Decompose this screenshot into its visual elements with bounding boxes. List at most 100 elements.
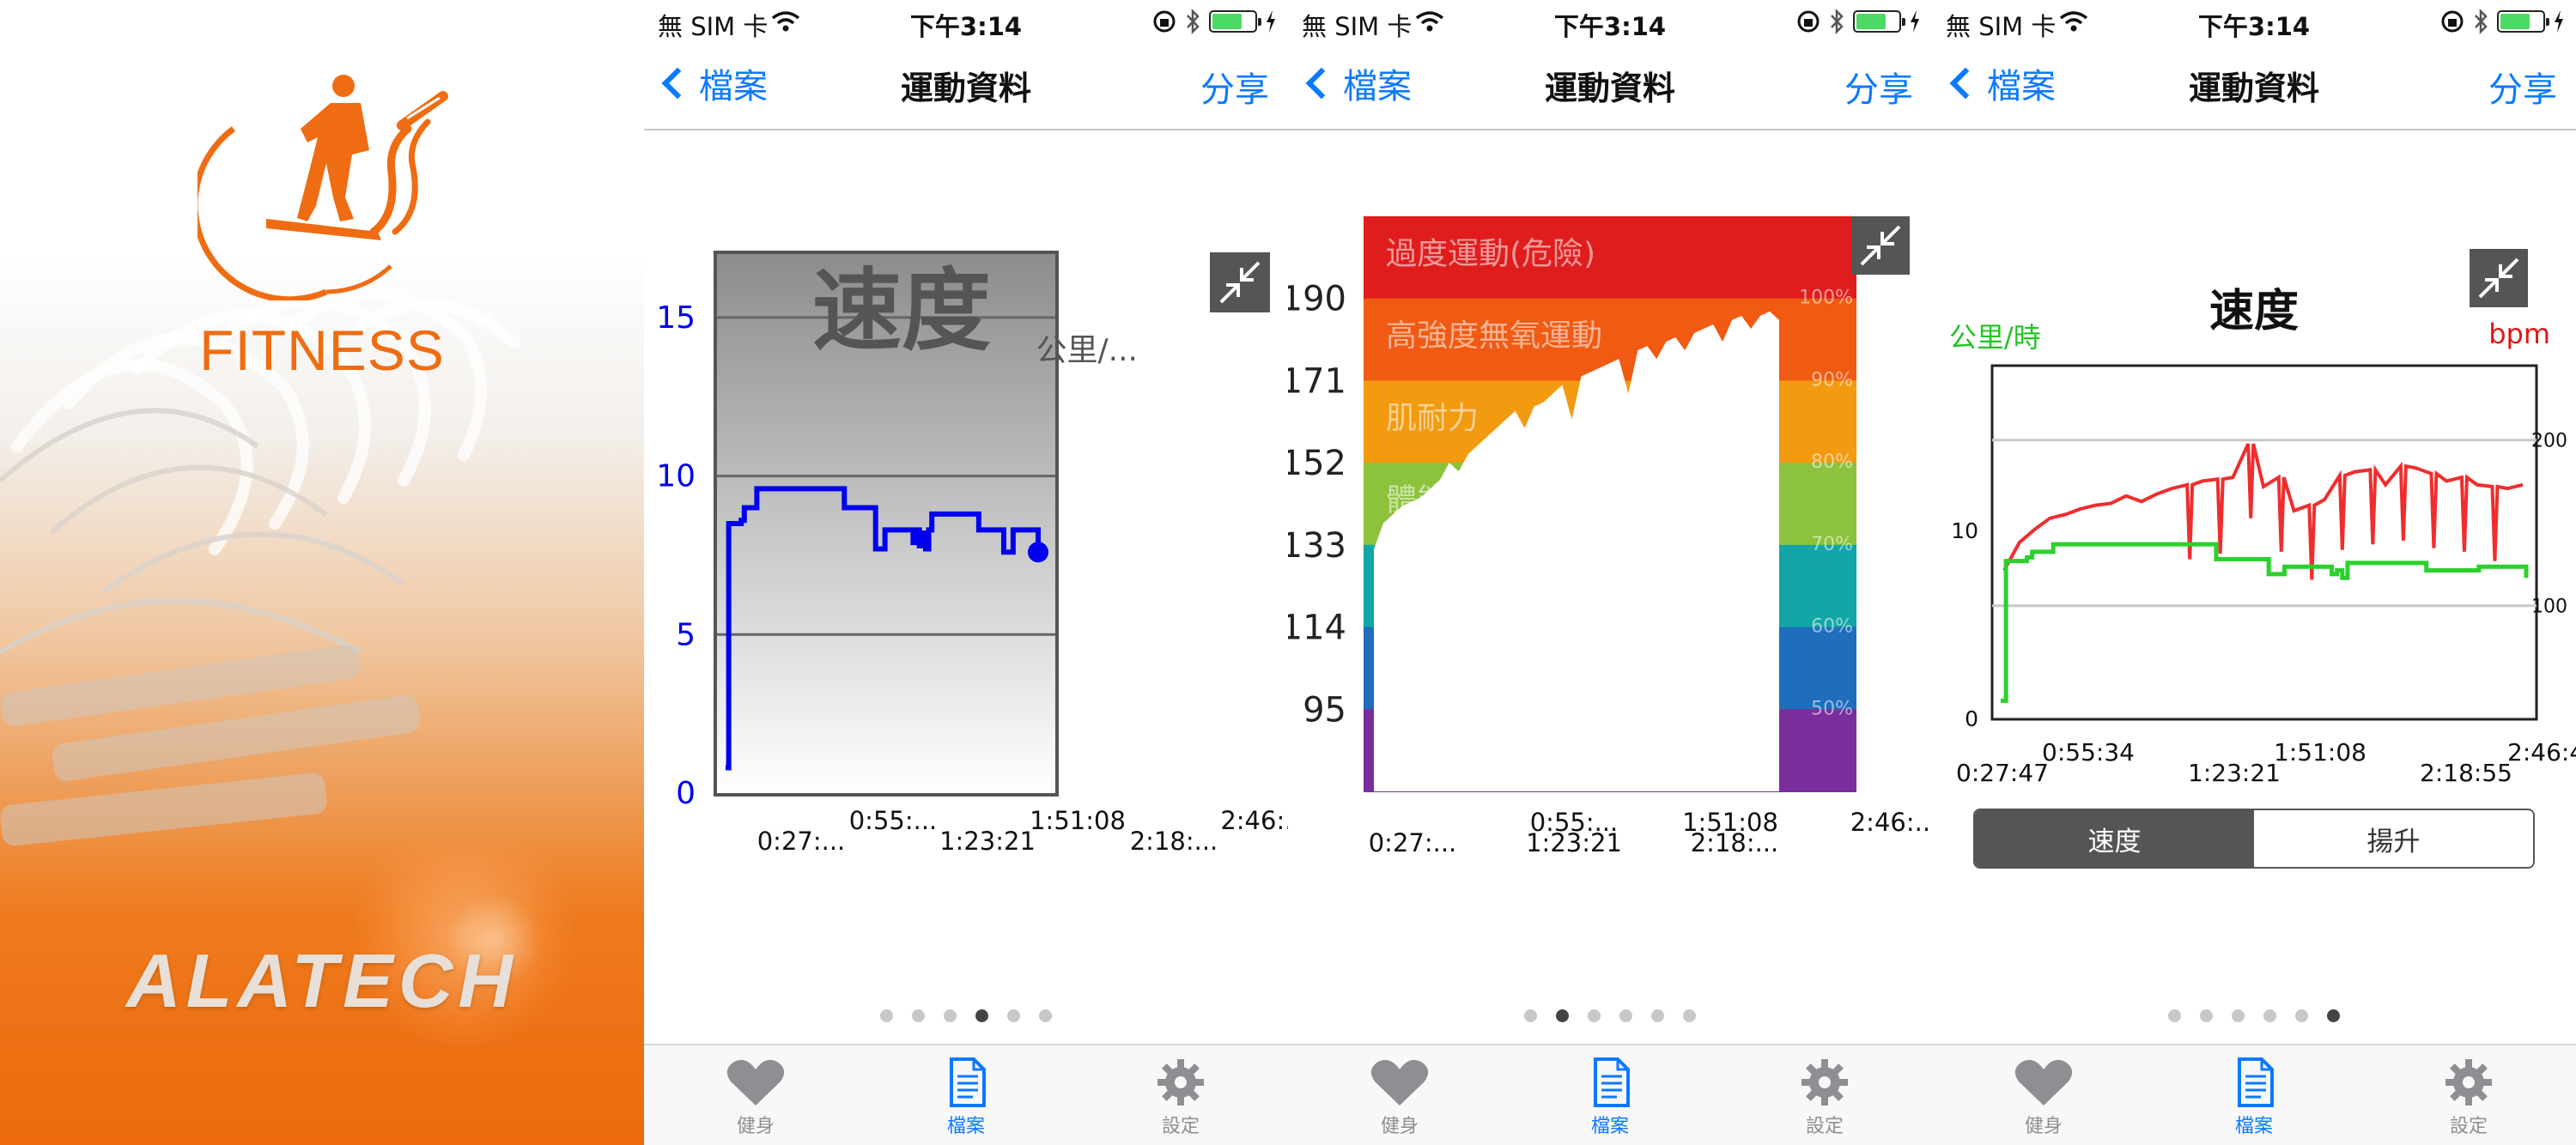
- x-tick-label: 2:46:..: [1220, 806, 1288, 835]
- tab-label: 檔案: [946, 1116, 985, 1137]
- segment-speed[interactable]: 速度: [1975, 810, 2254, 867]
- page-indicator[interactable]: [644, 1009, 1288, 1022]
- collapse-button[interactable]: [1851, 216, 1910, 275]
- x-tick-label: 1:51:08: [1030, 806, 1126, 835]
- tab-label: 檔案: [2234, 1116, 2273, 1137]
- bluetooth-icon: [1187, 9, 1200, 34]
- share-button[interactable]: 分享: [1200, 62, 1269, 112]
- share-button[interactable]: 分享: [1844, 62, 1913, 112]
- x-axis-ticks: 0:55:34 1:51:08 2:46:42 0:27:47 1:23:21 2:18:…: [1956, 738, 2576, 787]
- page-dot[interactable]: [912, 1009, 925, 1022]
- y-tick-label: 95: [1303, 690, 1346, 730]
- collapse-button[interactable]: [2470, 249, 2528, 307]
- x-tick-label: 2:46:...: [1850, 808, 1932, 837]
- bluetooth-icon: [2475, 9, 2488, 34]
- heart-icon: [2014, 1059, 2073, 1106]
- page-dot[interactable]: [880, 1009, 893, 1022]
- charging-icon: [2555, 10, 2563, 33]
- page-dot[interactable]: [944, 1009, 957, 1022]
- status-right-icons: [1152, 9, 1276, 34]
- zone-label: 肌耐力: [1386, 401, 1479, 436]
- x-tick-label: 1:23:21: [939, 827, 1036, 856]
- battery-icon: [2497, 10, 2549, 33]
- page-dot[interactable]: [2232, 1009, 2245, 1022]
- x-tick-label: 2:18:...: [1691, 828, 1779, 857]
- page-dot[interactable]: [1039, 1009, 1052, 1022]
- tab-label: 設定: [1805, 1116, 1844, 1137]
- page-title: 運動資料: [2188, 70, 2319, 107]
- x-tick-label: 1:23:21: [1526, 828, 1622, 857]
- page-dot[interactable]: [1524, 1009, 1537, 1022]
- page-title: 運動資料: [1544, 70, 1675, 107]
- y-right-axis-label: bpm: [2488, 318, 2550, 350]
- gear-icon: [1801, 1059, 1848, 1106]
- page-dot[interactable]: [2263, 1009, 2276, 1022]
- page-dot[interactable]: [1007, 1009, 1020, 1022]
- y-tick-label: 152: [1288, 444, 1346, 483]
- charging-icon: [1267, 10, 1275, 33]
- page-dot[interactable]: [1556, 1009, 1569, 1022]
- zone-percent-label: 80%: [1811, 451, 1853, 473]
- phone-screen-heart-zones: 無 SIM 卡 下午3:14 檔案 運動資料 分享 過度運動(危險) 高強度無氧運…: [1288, 0, 1932, 1145]
- chart-title: 速度: [812, 258, 991, 363]
- zone-percent-label: 90%: [1811, 369, 1853, 391]
- page-dot[interactable]: [2295, 1009, 2308, 1022]
- x-tick-label: 2:18:55: [2420, 759, 2512, 787]
- x-tick-label: 1:51:08: [2274, 738, 2366, 766]
- navigation-bar: 檔案 運動資料 分享: [1932, 43, 2576, 130]
- segment-elevation[interactable]: 揚升: [2254, 810, 2533, 867]
- tab-label: 設定: [2449, 1116, 2488, 1137]
- page-dot[interactable]: [975, 1009, 988, 1022]
- share-button[interactable]: 分享: [2488, 62, 2557, 112]
- tab-fitness[interactable]: 健身: [696, 1057, 816, 1138]
- y-axis-ticks: 95 114 133 152 171 190: [1288, 280, 1346, 730]
- tab-fitness[interactable]: 健身: [1984, 1057, 2104, 1138]
- status-bar: 無 SIM 卡 下午3:14: [1932, 0, 2576, 43]
- tab-files[interactable]: 檔案: [1550, 1057, 1670, 1138]
- document-icon: [2238, 1057, 2274, 1107]
- tab-bar: 健身 檔案 設定: [644, 1044, 1288, 1145]
- y-tick-label: 133: [1288, 526, 1346, 566]
- orientation-lock-icon: [1153, 10, 1176, 33]
- zone-label: 高強度無氧運動: [1386, 318, 1602, 354]
- tab-bar: 健身 檔案 設定: [1288, 1044, 1932, 1145]
- tab-files[interactable]: 檔案: [2194, 1057, 2314, 1138]
- page-dot[interactable]: [2327, 1009, 2340, 1022]
- page-dot[interactable]: [1651, 1009, 1664, 1022]
- status-right-icons: [2440, 9, 2564, 34]
- x-tick-label: 0:27:...: [757, 827, 846, 856]
- x-tick-label: 0:27:47: [1956, 759, 2049, 787]
- collapse-button[interactable]: [1210, 252, 1270, 312]
- page-dot[interactable]: [2200, 1009, 2213, 1022]
- heart-icon: [1370, 1059, 1429, 1106]
- tab-settings[interactable]: 設定: [2409, 1057, 2529, 1138]
- document-icon: [1594, 1057, 1630, 1107]
- zone-percent-label: 50%: [1811, 698, 1853, 719]
- series-end-marker: [1028, 542, 1048, 563]
- orientation-lock-icon: [1797, 10, 1820, 33]
- battery-icon: [1209, 10, 1261, 33]
- tab-files[interactable]: 檔案: [906, 1057, 1026, 1138]
- x-tick-label: 0:27:...: [1369, 828, 1457, 857]
- page-indicator[interactable]: [1288, 1009, 1932, 1022]
- tab-settings[interactable]: 設定: [1121, 1057, 1241, 1138]
- page-indicator[interactable]: [1932, 1009, 2576, 1022]
- tab-bar: 健身 檔案 設定: [1932, 1044, 2576, 1145]
- bluetooth-icon: [1831, 9, 1844, 34]
- y-left-tick-label: 0: [1965, 706, 1978, 731]
- tab-fitness[interactable]: 健身: [1340, 1057, 1460, 1138]
- tab-label: 健身: [736, 1116, 775, 1137]
- chart-unit-label: 公里/...: [1036, 333, 1138, 368]
- x-axis-ticks: 0:55:... 1:51:08 2:46:...0:27:... 1:23:21 2:…: [1369, 808, 1932, 857]
- page-dot[interactable]: [1619, 1009, 1632, 1022]
- y-left-axis-label: 公里/時: [1949, 321, 2041, 354]
- tab-settings[interactable]: 設定: [1765, 1057, 1885, 1138]
- charging-icon: [1911, 10, 1919, 33]
- page-dot[interactable]: [2168, 1009, 2181, 1022]
- page-dot[interactable]: [1683, 1009, 1696, 1022]
- page-dot[interactable]: [1588, 1009, 1601, 1022]
- splash-screen: FITNESS ALATECH: [0, 0, 644, 1145]
- x-tick-label: 2:18:...: [1130, 827, 1218, 856]
- chart-metric-segmented-control: 速度 揚升: [1973, 809, 2535, 869]
- app-name: FITNESS: [199, 318, 445, 382]
